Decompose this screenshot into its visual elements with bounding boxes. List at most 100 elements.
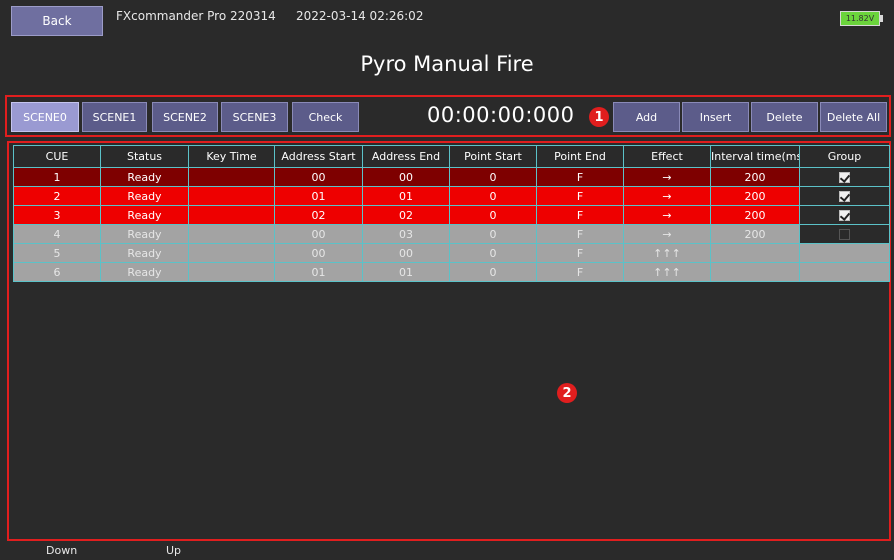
key-time-cell xyxy=(188,186,275,206)
interval-cell: 200 xyxy=(710,186,800,206)
address-end-cell: 01 xyxy=(362,262,450,282)
column-header-address-start: Address Start xyxy=(274,145,363,168)
point-end-cell: F xyxy=(536,262,624,282)
address-end-cell: 02 xyxy=(362,205,450,225)
status-cell: Ready xyxy=(100,186,189,206)
app-name: FXcommander Pro 220314 xyxy=(116,9,276,23)
address-start-cell: 01 xyxy=(274,186,363,206)
key-time-cell xyxy=(188,205,275,225)
cue-cell: 3 xyxy=(13,205,101,225)
page-title: Pyro Manual Fire xyxy=(360,52,534,76)
scroll-down-button[interactable]: Down xyxy=(46,544,77,557)
scene-3-button[interactable]: SCENE3 xyxy=(221,102,288,132)
status-cell: Ready xyxy=(100,205,189,225)
address-end-cell: 01 xyxy=(362,186,450,206)
delete-all-button[interactable]: Delete All xyxy=(820,102,887,132)
insert-button[interactable]: Insert xyxy=(682,102,749,132)
point-start-cell: 0 xyxy=(449,262,537,282)
key-time-cell xyxy=(188,243,275,263)
point-end-cell: F xyxy=(536,205,624,225)
point-end-cell: F xyxy=(536,186,624,206)
point-end-cell: F xyxy=(536,167,624,187)
top-bar: Back FXcommander Pro 220314 2022-03-14 0… xyxy=(0,0,894,40)
group-cell xyxy=(799,186,890,206)
add-button[interactable]: Add xyxy=(613,102,680,132)
address-start-cell: 00 xyxy=(274,224,363,244)
interval-cell xyxy=(710,243,800,263)
address-start-cell: 00 xyxy=(274,167,363,187)
cue-cell: 1 xyxy=(13,167,101,187)
effect-cell: ↑↑↑ xyxy=(623,243,711,263)
cue-table: CUE Status Key Time Address Start Addres… xyxy=(13,145,890,282)
address-start-cell: 02 xyxy=(274,205,363,225)
address-end-cell: 03 xyxy=(362,224,450,244)
column-header-effect: Effect xyxy=(623,145,711,168)
group-cell xyxy=(799,262,890,282)
column-header-key-time: Key Time xyxy=(188,145,275,168)
effect-cell: → xyxy=(623,167,711,187)
table-row[interactable]: 6 Ready 01 01 0 F ↑↑↑ xyxy=(13,262,890,282)
point-start-cell: 0 xyxy=(449,186,537,206)
scene-2-button[interactable]: SCENE2 xyxy=(152,102,218,132)
cue-table-panel: CUE Status Key Time Address Start Addres… xyxy=(7,141,891,541)
column-header-cue: CUE xyxy=(13,145,101,168)
point-end-cell: F xyxy=(536,224,624,244)
status-cell: Ready xyxy=(100,224,189,244)
cue-cell: 6 xyxy=(13,262,101,282)
column-header-point-start: Point Start xyxy=(449,145,537,168)
address-start-cell: 01 xyxy=(274,262,363,282)
table-row[interactable]: 5 Ready 00 00 0 F ↑↑↑ xyxy=(13,243,890,263)
interval-cell: 200 xyxy=(710,167,800,187)
key-time-cell xyxy=(188,167,275,187)
group-checkbox[interactable] xyxy=(839,172,850,183)
point-start-cell: 0 xyxy=(449,167,537,187)
column-header-point-end: Point End xyxy=(536,145,624,168)
table-row[interactable]: 1 Ready 00 00 0 F → 200 xyxy=(13,167,890,187)
check-button[interactable]: Check xyxy=(292,102,359,132)
scroll-up-button[interactable]: Up xyxy=(166,544,181,557)
table-row[interactable]: 4 Ready 00 03 0 F → 200 xyxy=(13,224,890,244)
battery-indicator: 11.82V xyxy=(840,11,880,26)
address-end-cell: 00 xyxy=(362,167,450,187)
timer-display: 00:00:00:000 xyxy=(427,103,575,127)
interval-cell: 200 xyxy=(710,224,800,244)
address-end-cell: 00 xyxy=(362,243,450,263)
scene-1-button[interactable]: SCENE1 xyxy=(82,102,147,132)
column-header-status: Status xyxy=(100,145,189,168)
cue-cell: 4 xyxy=(13,224,101,244)
group-checkbox[interactable] xyxy=(839,191,850,202)
point-start-cell: 0 xyxy=(449,205,537,225)
battery-tip xyxy=(880,15,883,22)
table-row[interactable]: 3 Ready 02 02 0 F → 200 xyxy=(13,205,890,225)
interval-cell xyxy=(710,262,800,282)
status-cell: Ready xyxy=(100,243,189,263)
group-cell xyxy=(799,167,890,187)
point-start-cell: 0 xyxy=(449,224,537,244)
group-cell xyxy=(799,224,890,244)
status-cell: Ready xyxy=(100,262,189,282)
table-row[interactable]: 2 Ready 01 01 0 F → 200 xyxy=(13,186,890,206)
status-cell: Ready xyxy=(100,167,189,187)
cue-cell: 5 xyxy=(13,243,101,263)
cue-cell: 2 xyxy=(13,186,101,206)
column-header-address-end: Address End xyxy=(362,145,450,168)
column-header-interval: Interval time(ms) xyxy=(710,145,800,168)
effect-cell: ↑↑↑ xyxy=(623,262,711,282)
group-cell xyxy=(799,243,890,263)
group-checkbox[interactable] xyxy=(839,210,850,221)
callout-marker-2: 2 xyxy=(557,383,577,403)
scene-toolbar: SCENE0 SCENE1 SCENE2 SCENE3 Check 00:00:… xyxy=(5,95,891,137)
table-header-row: CUE Status Key Time Address Start Addres… xyxy=(13,145,890,168)
group-checkbox[interactable] xyxy=(839,229,850,240)
group-cell xyxy=(799,205,890,225)
effect-cell: → xyxy=(623,186,711,206)
column-header-group: Group xyxy=(799,145,890,168)
point-end-cell: F xyxy=(536,243,624,263)
delete-button[interactable]: Delete xyxy=(751,102,818,132)
interval-cell: 200 xyxy=(710,205,800,225)
key-time-cell xyxy=(188,224,275,244)
datetime: 2022-03-14 02:26:02 xyxy=(296,9,424,23)
back-button[interactable]: Back xyxy=(11,6,103,36)
key-time-cell xyxy=(188,262,275,282)
scene-0-button[interactable]: SCENE0 xyxy=(11,102,79,132)
